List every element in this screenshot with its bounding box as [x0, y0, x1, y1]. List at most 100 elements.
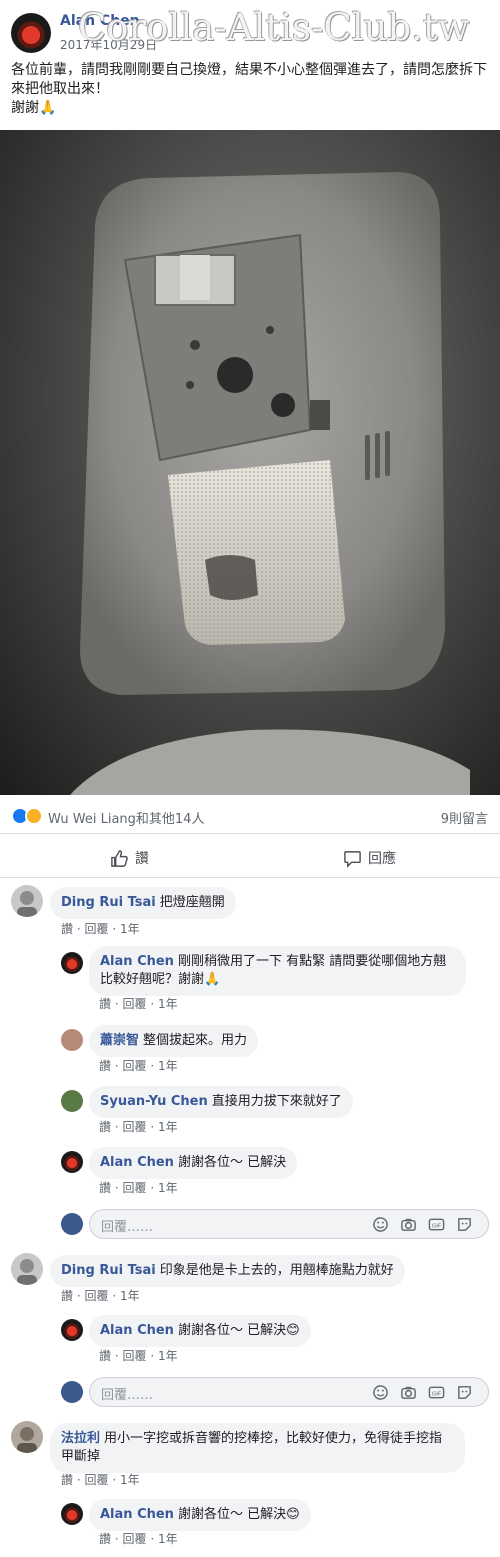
- reply-input[interactable]: 回覆…… GIF: [89, 1209, 489, 1239]
- avatar: [61, 1213, 83, 1235]
- comment-like-link[interactable]: 讚: [61, 1289, 73, 1303]
- camera-icon[interactable]: [400, 1384, 417, 1401]
- dome-light-illustration: [70, 172, 470, 795]
- avatar[interactable]: [11, 1253, 43, 1285]
- comment-reply-link[interactable]: 回覆: [123, 997, 147, 1011]
- commenter-name[interactable]: Ding Rui Tsai: [61, 895, 156, 910]
- comment-text: 謝謝各位～ 已解決: [177, 1155, 287, 1170]
- comment-like-link[interactable]: 讚: [61, 922, 73, 936]
- avatar[interactable]: [61, 952, 83, 974]
- comment-meta: 讚 · 回覆 · 1年: [99, 1059, 178, 1073]
- comment-time[interactable]: 1年: [158, 1181, 178, 1195]
- post-text: 各位前輩，請問我剛剛要自己換燈，結果不小心整個彈進去了，請問怎麼拆下來把他取出來…: [11, 62, 487, 116]
- avatar[interactable]: [61, 1090, 83, 1112]
- comment-bubble: Ding Rui Tsai 把燈座翹開: [50, 887, 236, 919]
- comment-text: 印象是他是卡上去的，用翹棒施點力就好: [159, 1263, 394, 1278]
- emoji-icon[interactable]: [372, 1216, 389, 1233]
- commenter-name[interactable]: 蕭崇智: [100, 1033, 139, 1048]
- comment-like-link[interactable]: 讚: [99, 1532, 111, 1546]
- comment-text: 把燈座翹開: [159, 895, 225, 910]
- svg-text:GIF: GIF: [432, 1223, 441, 1229]
- comment-reply-link[interactable]: 回覆: [123, 1532, 147, 1546]
- comment-meta: 讚 · 回覆 · 1年: [61, 1473, 140, 1487]
- comment-time[interactable]: 1年: [120, 1473, 140, 1487]
- reactions-bar[interactable]: Wu Wei Liang和其他14人 9則留言: [0, 805, 500, 827]
- gif-icon[interactable]: GIF: [428, 1384, 445, 1401]
- commenter-name[interactable]: Alan Chen: [100, 954, 174, 969]
- comment-meta: 讚 · 回覆 · 1年: [99, 1181, 178, 1195]
- comment-time[interactable]: 1年: [120, 922, 140, 936]
- watermark: Corolla-Altis-Club.tw: [78, 6, 470, 49]
- author-avatar[interactable]: [11, 13, 51, 53]
- commenter-name[interactable]: Alan Chen: [100, 1323, 174, 1338]
- comment-text: 謝謝各位～ 已解決😊: [177, 1323, 300, 1338]
- reply-bubble: Alan Chen 剛剛稍微用了一下 有點緊 請問要從哪個地方翹比較好翹呢？謝謝🙏: [89, 946, 466, 996]
- comment-meta: 讚 · 回覆 · 1年: [61, 922, 140, 936]
- comment-meta: 讚 · 回覆 · 1年: [61, 1289, 140, 1303]
- sticker-icon[interactable]: [456, 1216, 473, 1233]
- comment-meta: 讚 · 回覆 · 1年: [99, 1532, 178, 1546]
- emoji-icon[interactable]: [372, 1384, 389, 1401]
- comment-like-link[interactable]: 讚: [99, 1059, 111, 1073]
- avatar: [61, 1381, 83, 1403]
- reply-bubble: 蕭崇智 整個拔起來。用力: [89, 1025, 259, 1057]
- reply-bubble: Alan Chen 謝謝各位～ 已解決: [89, 1147, 298, 1179]
- reply-input[interactable]: 回覆…… GIF: [89, 1377, 489, 1407]
- comment-meta: 讚 · 回覆 · 1年: [99, 1120, 178, 1134]
- thumbs-up-icon: [111, 849, 128, 867]
- comment-time[interactable]: 1年: [158, 1059, 178, 1073]
- comment-reply-link[interactable]: 回覆: [123, 1181, 147, 1195]
- like-label: 讚: [135, 851, 149, 867]
- comment-time[interactable]: 1年: [158, 997, 178, 1011]
- commenter-name[interactable]: 法拉利: [61, 1431, 100, 1446]
- comment-time[interactable]: 1年: [158, 1120, 178, 1134]
- commenter-name[interactable]: Syuan-Yu Chen: [100, 1094, 208, 1109]
- comment-label: 回應: [368, 851, 396, 867]
- comment-count[interactable]: 9則留言: [441, 808, 488, 827]
- comment-text: 直接用力拔下來就好了: [211, 1094, 342, 1109]
- comment-like-link[interactable]: 讚: [99, 1120, 111, 1134]
- sticker-icon[interactable]: [456, 1384, 473, 1401]
- comment-text: 謝謝各位～ 已解決😊: [177, 1507, 300, 1522]
- reactions-summary[interactable]: Wu Wei Liang和其他14人: [48, 808, 204, 827]
- avatar[interactable]: [11, 885, 43, 917]
- comment-like-link[interactable]: 讚: [99, 997, 111, 1011]
- comment-reply-link[interactable]: 回覆: [123, 1349, 147, 1363]
- gif-icon[interactable]: GIF: [428, 1216, 445, 1233]
- commenter-name[interactable]: Alan Chen: [100, 1155, 174, 1170]
- comment-reply-link[interactable]: 回覆: [85, 1289, 109, 1303]
- avatar[interactable]: [61, 1319, 83, 1341]
- comment-meta: 讚 · 回覆 · 1年: [99, 997, 178, 1011]
- reply-bubble: Alan Chen 謝謝各位～ 已解決😊: [89, 1315, 311, 1347]
- commenter-name[interactable]: Alan Chen: [100, 1507, 174, 1522]
- comment-text: 用小一字挖或拆音響的挖棒挖，比較好使力，免得徒手挖指甲斷掉: [61, 1431, 443, 1464]
- camera-icon[interactable]: [400, 1216, 417, 1233]
- avatar[interactable]: [61, 1151, 83, 1173]
- comment-like-link[interactable]: 讚: [61, 1473, 73, 1487]
- comment-reply-link[interactable]: 回覆: [85, 922, 109, 936]
- like-button[interactable]: 讚: [110, 846, 149, 870]
- avatar[interactable]: [11, 1421, 43, 1453]
- commenter-name[interactable]: Ding Rui Tsai: [61, 1263, 156, 1278]
- post-header: Alan Chen 2017年10月29日 Corolla-Altis-Club…: [0, 0, 500, 58]
- comment-time[interactable]: 1年: [120, 1289, 140, 1303]
- comment-meta: 讚 · 回覆 · 1年: [99, 1349, 178, 1363]
- comment-reply-link[interactable]: 回覆: [123, 1120, 147, 1134]
- comment-button[interactable]: 回應: [343, 846, 396, 870]
- comment-bubble: Ding Rui Tsai 印象是他是卡上去的，用翹棒施點力就好: [50, 1255, 405, 1287]
- comment-text: 整個拔起來。用力: [143, 1033, 248, 1048]
- comment-time[interactable]: 1年: [158, 1532, 178, 1546]
- wow-icon: [25, 807, 43, 825]
- divider: [0, 877, 500, 878]
- comment-reply-link[interactable]: 回覆: [123, 1059, 147, 1073]
- comment-time[interactable]: 1年: [158, 1349, 178, 1363]
- comment-like-link[interactable]: 讚: [99, 1349, 111, 1363]
- post-photo[interactable]: [0, 130, 500, 795]
- reply-placeholder: 回覆……: [101, 1220, 154, 1235]
- comment-reply-link[interactable]: 回覆: [85, 1473, 109, 1487]
- comment-like-link[interactable]: 讚: [99, 1181, 111, 1195]
- avatar[interactable]: [61, 1029, 83, 1051]
- svg-text:GIF: GIF: [432, 1391, 441, 1397]
- avatar[interactable]: [61, 1503, 83, 1525]
- reply-placeholder: 回覆……: [101, 1388, 154, 1403]
